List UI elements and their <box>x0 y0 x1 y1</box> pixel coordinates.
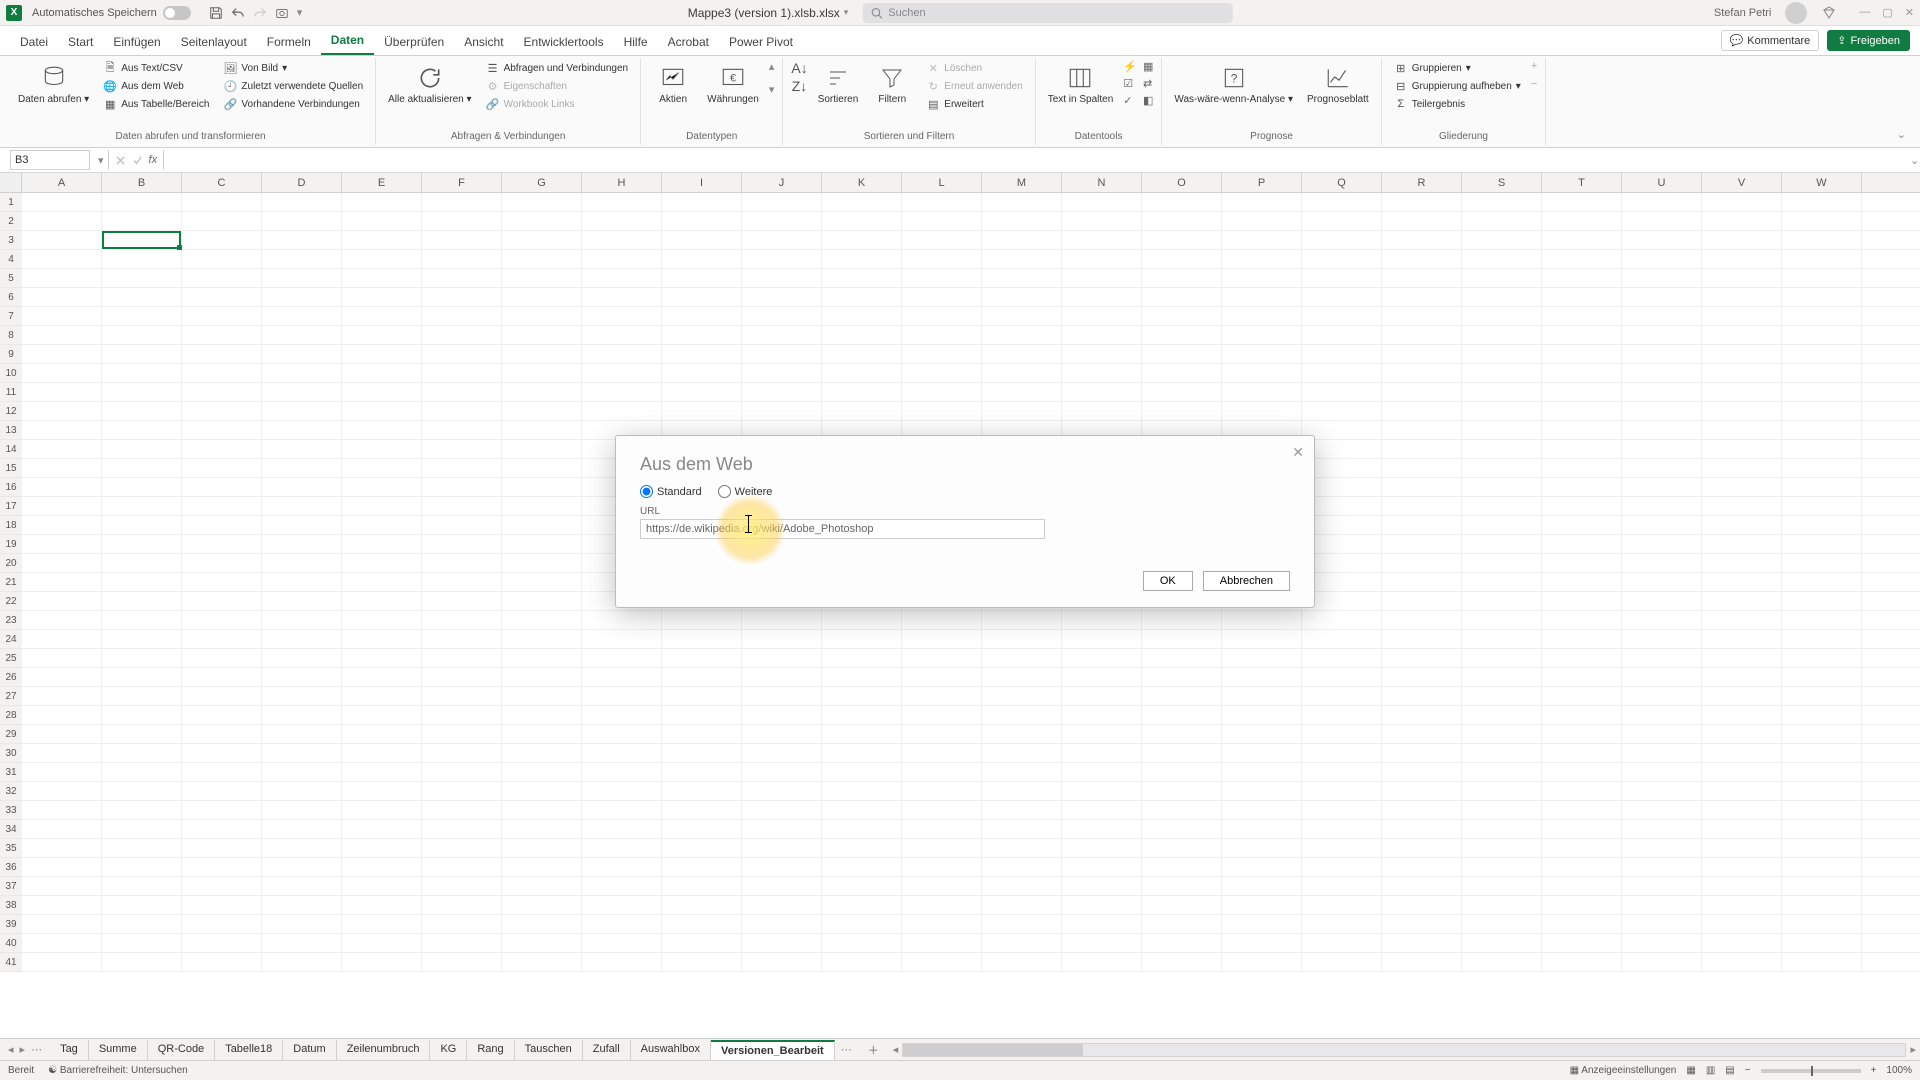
ok-button[interactable]: OK <box>1143 571 1193 591</box>
cancel-button[interactable]: Abbrechen <box>1203 571 1290 591</box>
dialog-title: Aus dem Web <box>640 454 1290 475</box>
url-label: URL <box>640 506 1290 517</box>
dialog-close-icon[interactable]: ✕ <box>1292 444 1304 461</box>
url-input[interactable] <box>640 519 1045 539</box>
radio-standard[interactable]: Standard <box>640 485 702 498</box>
radio-weitere[interactable]: Weitere <box>718 485 773 498</box>
from-web-dialog: ✕ Aus dem Web Standard Weitere URL OK Ab… <box>615 435 1315 608</box>
text-cursor-icon <box>748 515 749 533</box>
